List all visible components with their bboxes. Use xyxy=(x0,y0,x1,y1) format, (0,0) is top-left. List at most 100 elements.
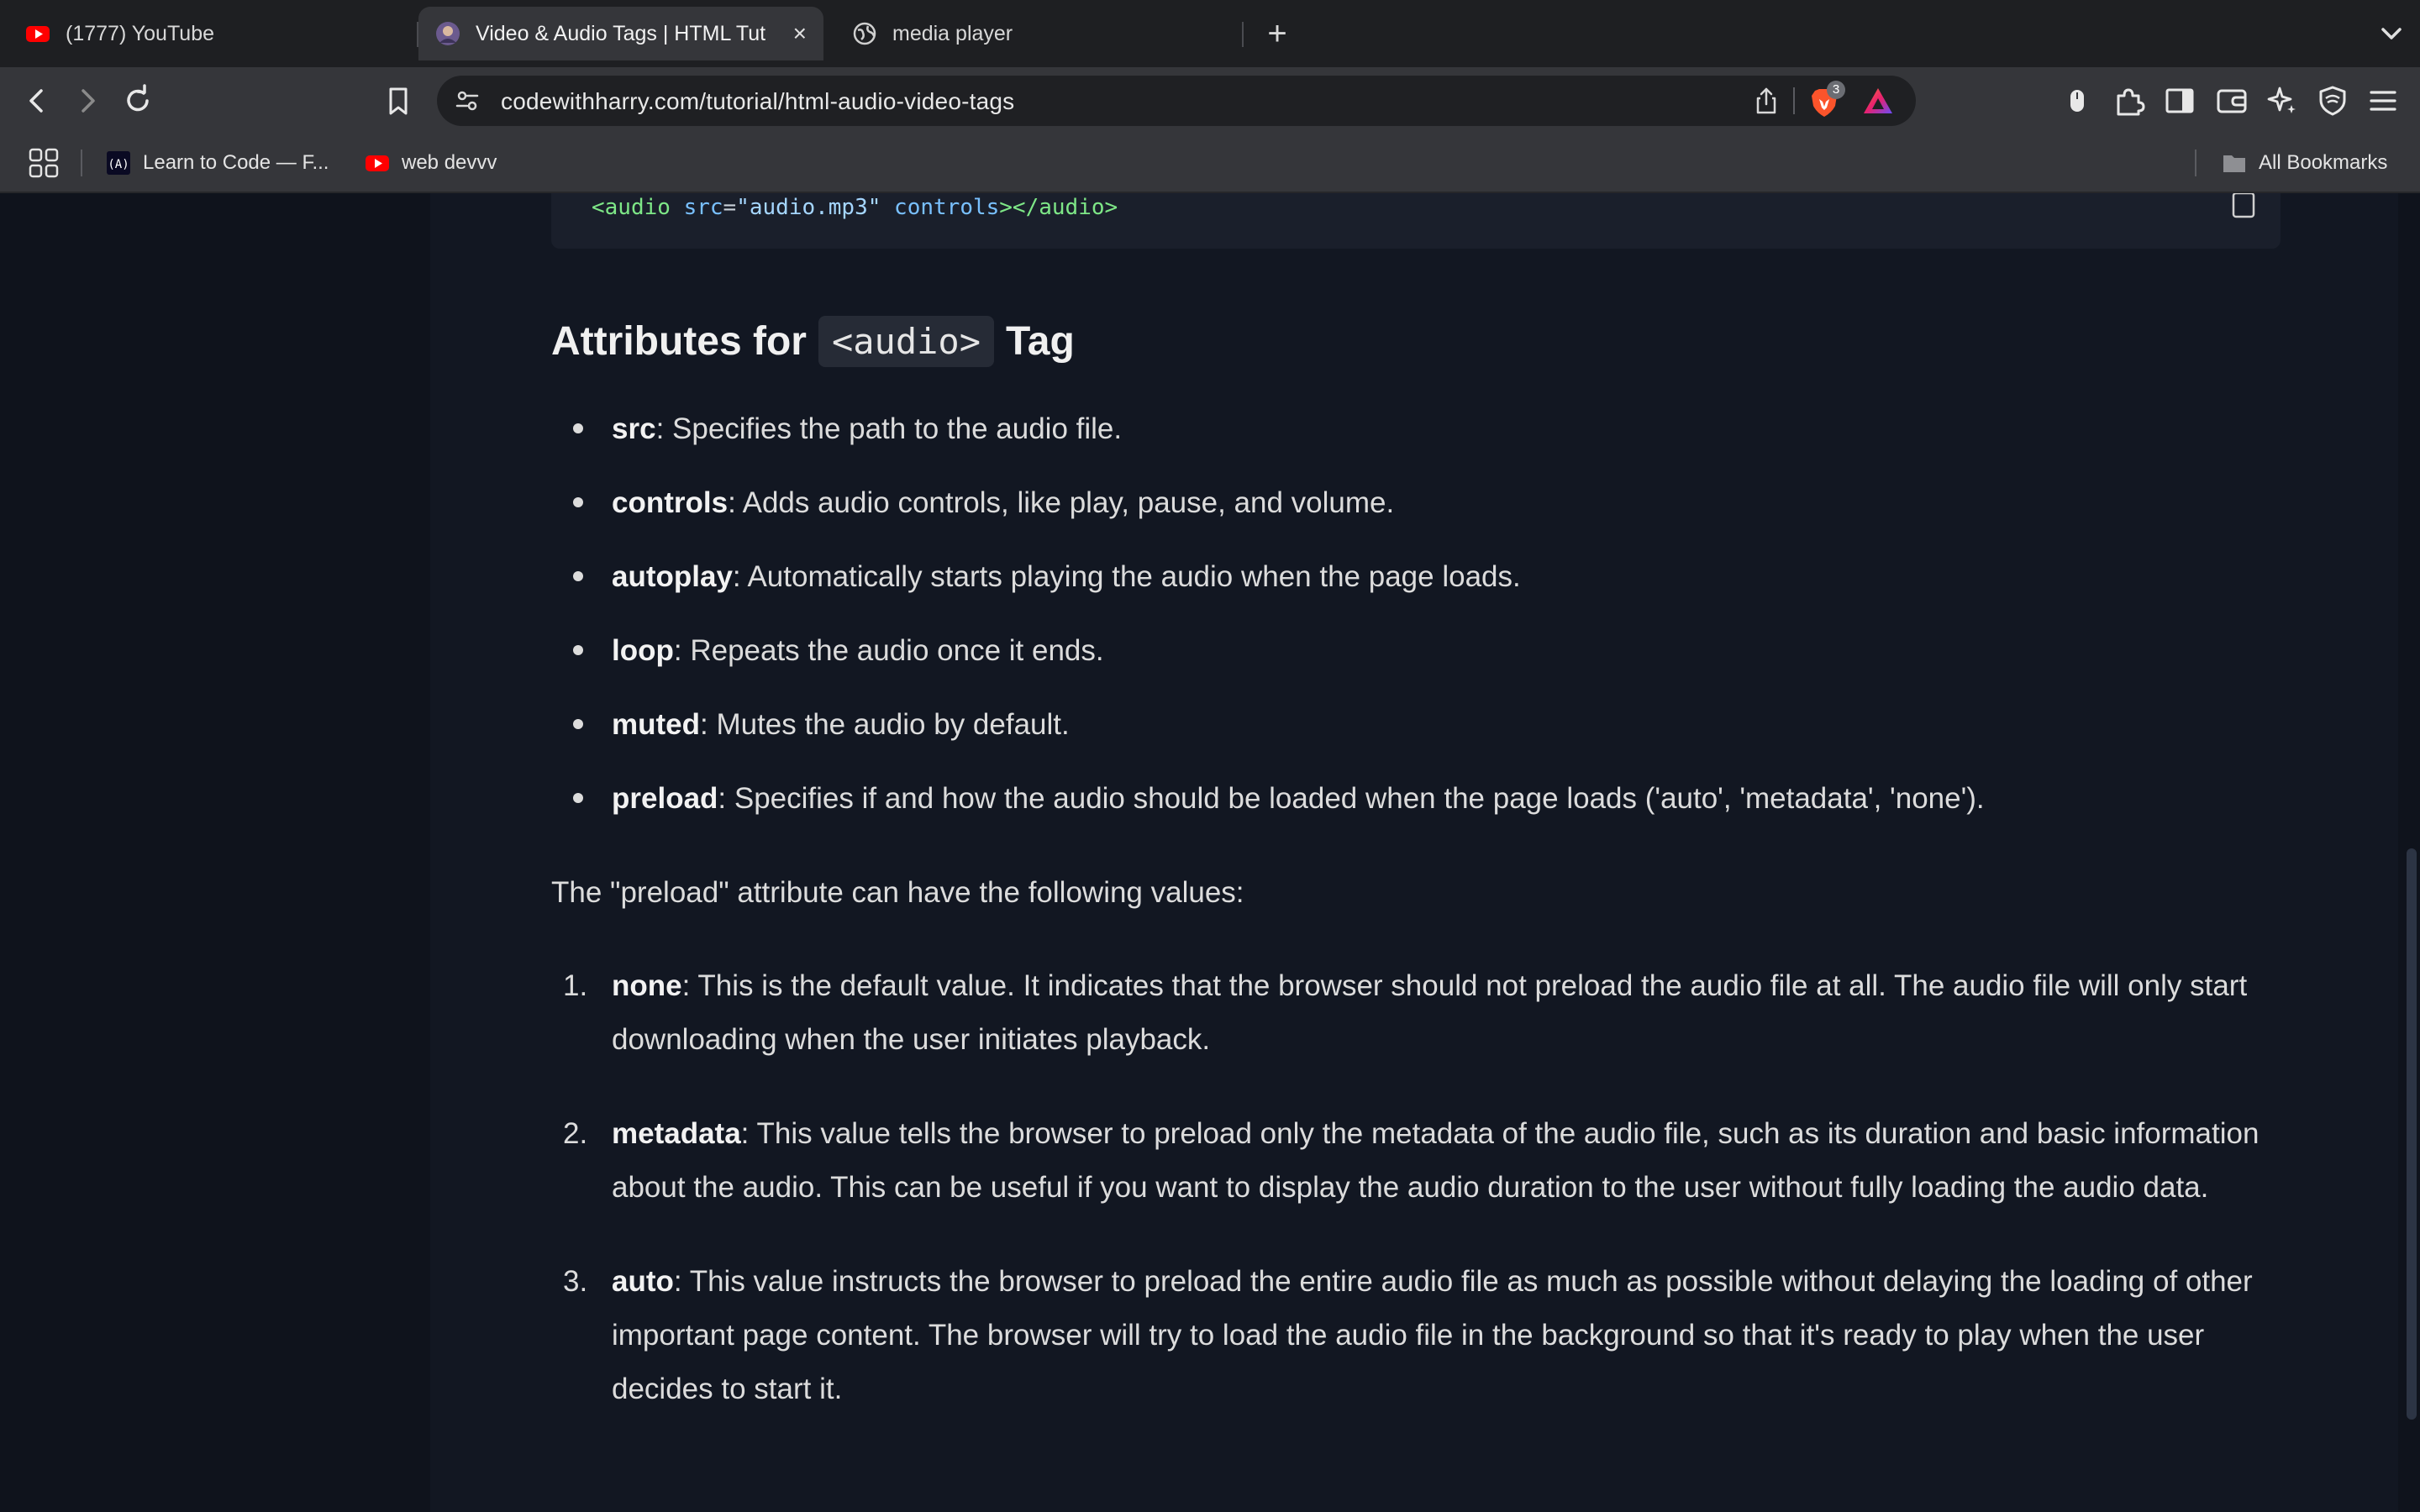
list-item: 1. none: This is the default value. It in… xyxy=(551,959,2282,1067)
scrollbar-thumb[interactable] xyxy=(2407,848,2417,1420)
bookmarks-bar: (A) Learn to Code — F... web devvv All B… xyxy=(0,134,2420,193)
chevron-down-icon[interactable] xyxy=(2375,17,2408,50)
close-tab-button[interactable]: × xyxy=(793,20,807,47)
leo-ai-icon[interactable] xyxy=(2264,82,2301,119)
list-item: autoplay: Automatically starts playing t… xyxy=(551,556,2316,630)
bookmark-icon[interactable] xyxy=(380,82,417,119)
bookmark-freecodecamp[interactable]: (A) Learn to Code — F... xyxy=(106,146,329,180)
section-heading: Attributes for <audio> Tag xyxy=(551,316,1075,367)
code-attr-controls: controls xyxy=(894,195,1000,220)
list-item: 2. metadata: This value tells the browser… xyxy=(551,1107,2282,1215)
tab-video-audio-tags[interactable]: Video & Audio Tags | HTML Tut × xyxy=(418,7,823,60)
list-item: controls: Adds audio controls, like play… xyxy=(551,482,2316,556)
code-tag-open: <audio xyxy=(592,195,671,220)
attribute-name: muted xyxy=(612,708,700,741)
list-item: loop: Repeats the audio once it ends. xyxy=(551,630,2316,704)
brave-rewards-icon[interactable] xyxy=(1862,86,1894,116)
value-desc: : This is the default value. It indicate… xyxy=(612,969,2248,1056)
all-bookmarks-label: All Bookmarks xyxy=(2259,151,2388,174)
list-item: 3. auto: This value instructs the browser… xyxy=(551,1255,2282,1416)
site-settings-icon[interactable] xyxy=(454,87,481,114)
wallet-icon[interactable] xyxy=(2213,82,2250,119)
all-bookmarks-button[interactable]: All Bookmarks xyxy=(2222,146,2387,180)
code-equals: = xyxy=(723,195,737,220)
code-attr-src: src xyxy=(683,195,723,220)
tab-title: media player xyxy=(892,21,1013,45)
bullet xyxy=(573,497,583,507)
page-viewport: <audio src="audio.mp3" controls></audio>… xyxy=(0,193,2420,1512)
brave-shields-button[interactable]: 3 xyxy=(1807,81,1845,119)
forward-icon[interactable] xyxy=(69,82,106,119)
bullet xyxy=(573,645,583,655)
address-bar[interactable]: codewithharry.com/tutorial/html-audio-vi… xyxy=(437,76,1916,126)
tab-strip: (1777) YouTube Video & Audio Tags | HTML… xyxy=(0,0,2420,67)
youtube-icon xyxy=(26,26,50,42)
bullet xyxy=(573,571,583,581)
globe-icon xyxy=(853,22,876,45)
value-desc: : This value instructs the browser to pr… xyxy=(612,1265,2253,1405)
code-tag-close: ></audio> xyxy=(999,195,1118,220)
preload-intro: The "preload" attribute can have the fol… xyxy=(551,876,1244,909)
attribute-name: autoplay xyxy=(612,560,733,593)
attribute-name: preload xyxy=(612,782,718,815)
tab-divider xyxy=(1242,22,1244,47)
attribute-desc: : Adds audio controls, like play, pause,… xyxy=(728,486,1395,519)
value-name: none xyxy=(612,969,682,1002)
url-divider xyxy=(1793,87,1795,114)
folder-icon xyxy=(2223,155,2245,172)
attribute-name: src xyxy=(612,412,656,445)
bookmarks-divider xyxy=(81,150,82,176)
sidebar-icon[interactable] xyxy=(2161,82,2198,119)
tab-title: Video & Audio Tags | HTML Tut xyxy=(476,21,766,45)
bullet xyxy=(573,719,583,729)
copy-icon[interactable] xyxy=(2230,193,2259,218)
attribute-desc: : Specifies the path to the audio file. xyxy=(655,412,1123,445)
bullet xyxy=(573,793,583,803)
apps-grid-icon[interactable] xyxy=(27,146,60,180)
bookmarks-divider xyxy=(2195,150,2196,176)
list-item: src: Specifies the path to the audio fil… xyxy=(551,408,2316,482)
list-item: preload: Specifies if and how the audio … xyxy=(551,778,2316,852)
reload-icon[interactable] xyxy=(119,82,156,119)
attribute-desc: : Repeats the audio once it ends. xyxy=(673,634,1104,667)
value-name: metadata xyxy=(612,1117,741,1150)
freecodecamp-icon: (A) xyxy=(107,151,130,175)
bookmark-label: web devvv xyxy=(402,151,497,174)
tab-title: (1777) YouTube xyxy=(66,21,215,45)
heading-prefix: Attributes for xyxy=(551,319,807,364)
preload-values-list: 1. none: This is the default value. It in… xyxy=(551,959,2282,1457)
extensions-icon[interactable] xyxy=(2111,82,2148,119)
attribute-name: loop xyxy=(612,634,674,667)
shields-count-badge: 3 xyxy=(1827,81,1845,99)
code-value-src: "audio.mp3" xyxy=(736,195,881,220)
code-block: <audio src="audio.mp3" controls></audio> xyxy=(551,193,2281,249)
heading-suffix: Tag xyxy=(1006,319,1075,364)
bullet xyxy=(573,423,583,433)
bookmark-web-devvv[interactable]: web devvv xyxy=(365,146,497,180)
url-text[interactable]: codewithharry.com/tutorial/html-audio-vi… xyxy=(501,88,1014,115)
item-number: 3. xyxy=(563,1265,588,1298)
back-icon[interactable] xyxy=(18,82,55,119)
list-item: muted: Mutes the audio by default. xyxy=(551,704,2316,778)
code-line: <audio src="audio.mp3" controls></audio> xyxy=(592,195,1118,220)
attribute-desc: : Specifies if and how the audio should … xyxy=(718,782,1985,815)
attribute-list: src: Specifies the path to the audio fil… xyxy=(551,408,2316,852)
heading-code: <audio> xyxy=(818,316,994,367)
vpn-shield-icon[interactable] xyxy=(2314,82,2351,119)
item-number: 1. xyxy=(563,969,588,1002)
tab-search-icon[interactable] xyxy=(2059,82,2096,119)
bookmark-label: Learn to Code — F... xyxy=(143,151,329,174)
value-name: auto xyxy=(612,1265,674,1298)
attribute-desc: : Mutes the audio by default. xyxy=(700,708,1070,741)
youtube-icon xyxy=(366,155,389,171)
item-number: 2. xyxy=(563,1117,588,1150)
tab-youtube[interactable]: (1777) YouTube xyxy=(17,7,412,60)
new-tab-button[interactable]: + xyxy=(1259,15,1296,52)
svg-text:(A): (A) xyxy=(108,158,129,171)
menu-icon[interactable] xyxy=(2365,82,2402,119)
tab-media-player[interactable]: media player xyxy=(844,7,1230,60)
share-icon[interactable] xyxy=(1751,86,1781,116)
attribute-desc: : Automatically starts playing the audio… xyxy=(732,560,1521,593)
attribute-name: controls xyxy=(612,486,729,519)
value-desc: : This value tells the browser to preloa… xyxy=(612,1117,2260,1204)
